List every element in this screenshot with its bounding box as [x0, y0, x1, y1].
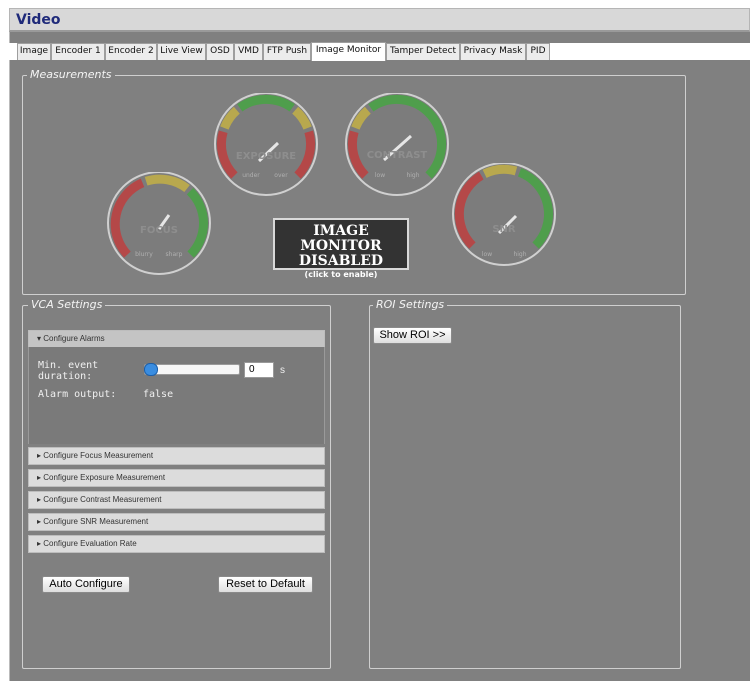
monitor-status-title: IMAGE MONITOR [300, 223, 382, 254]
contrast-gauge-label: CONTRAST [367, 150, 428, 161]
page-title: Video [16, 12, 61, 28]
contrast-gauge-low-label: low [375, 172, 385, 179]
focus-gauge-high-label: sharp [166, 251, 183, 258]
configure-contrast-header[interactable]: ▸ Configure Contrast Measurement [28, 491, 325, 509]
exposure-gauge-face [214, 93, 318, 196]
min-event-label-line2: duration: [38, 371, 93, 382]
tab-encoder-2[interactable]: Encoder 2 [105, 43, 157, 60]
configure-evaluation-rate-label: Configure Evaluation Rate [43, 539, 137, 548]
contrast-gauge-face [345, 93, 449, 196]
alarm-output-value: false [143, 389, 174, 400]
snr-gauge-low-label: low [482, 251, 492, 258]
configure-alarms-label: Configure Alarms [43, 334, 105, 343]
tab-tamper-detect[interactable]: Tamper Detect [386, 43, 460, 60]
tab-encoder-1[interactable]: Encoder 1 [51, 43, 105, 60]
contrast-gauge-high-label: high [406, 172, 419, 179]
min-event-label-line1: Min. event [38, 360, 99, 371]
configure-focus-label: Configure Focus Measurement [43, 451, 154, 460]
monitor-status-state: DISABLED [298, 253, 384, 269]
vca-settings-legend: VCA Settings [28, 298, 106, 311]
focus-gauge-label: FOCUS [140, 225, 178, 236]
reset-to-default-button[interactable]: Reset to Default [218, 576, 313, 593]
snr-gauge-face [452, 163, 556, 266]
tab-osd[interactable]: OSD [206, 43, 234, 60]
focus-gauge-face [107, 172, 211, 275]
configure-snr-header[interactable]: ▸ Configure SNR Measurement [28, 513, 325, 531]
contrast-gauge: CONTRAST low high [345, 93, 449, 196]
roi-settings-panel [369, 305, 681, 669]
exposure-gauge-low-label: under [242, 172, 260, 179]
auto-configure-button[interactable]: Auto Configure [42, 576, 130, 593]
min-event-slider-track[interactable] [144, 364, 240, 375]
measurements-legend: Measurements [27, 68, 115, 81]
show-roi-button[interactable]: Show ROI >> [373, 327, 452, 344]
tab-live-view[interactable]: Live View [157, 43, 206, 60]
tab-pid[interactable]: PID [526, 43, 550, 60]
exposure-gauge-high-label: over [274, 172, 288, 179]
roi-settings-legend: ROI Settings [373, 298, 448, 311]
snr-gauge: SNR low high [452, 163, 556, 266]
exposure-gauge: EXPOSURE under over [214, 93, 318, 196]
configure-alarms-header[interactable]: ▾ Configure Alarms [28, 330, 325, 348]
monitor-enable-hint: (click to enable) [304, 270, 378, 279]
snr-gauge-high-label: high [513, 251, 526, 258]
min-event-unit: s [280, 365, 285, 376]
configure-focus-header[interactable]: ▸ Configure Focus Measurement [28, 447, 325, 465]
exposure-gauge-label: EXPOSURE [236, 151, 296, 162]
min-event-slider-handle[interactable] [144, 363, 158, 376]
configure-snr-label: Configure SNR Measurement [43, 517, 149, 526]
tab-privacy-mask[interactable]: Privacy Mask [460, 43, 526, 60]
snr-gauge-yellow-zone [482, 164, 518, 178]
configure-contrast-label: Configure Contrast Measurement [43, 495, 162, 504]
focus-gauge: FOCUS blurry sharp [107, 172, 211, 275]
tab-image-monitor[interactable]: Image Monitor [311, 42, 386, 61]
title-bar: Video [9, 8, 750, 32]
snr-gauge-label: SNR [492, 224, 516, 235]
min-event-duration-input[interactable]: 0 [244, 362, 274, 378]
configure-exposure-header[interactable]: ▸ Configure Exposure Measurement [28, 469, 325, 487]
tab-ftp-push[interactable]: FTP Push [263, 43, 311, 60]
tab-image[interactable]: Image [17, 43, 51, 60]
tab-vmd[interactable]: VMD [234, 43, 263, 60]
alarm-output-label: Alarm output: [38, 389, 117, 400]
focus-gauge-low-label: blurry [135, 251, 153, 258]
configure-evaluation-rate-header[interactable]: ▸ Configure Evaluation Rate [28, 535, 325, 553]
image-monitor-toggle[interactable]: IMAGE MONITOR DISABLED (click to enable) [273, 218, 409, 279]
configure-exposure-label: Configure Exposure Measurement [43, 473, 166, 482]
